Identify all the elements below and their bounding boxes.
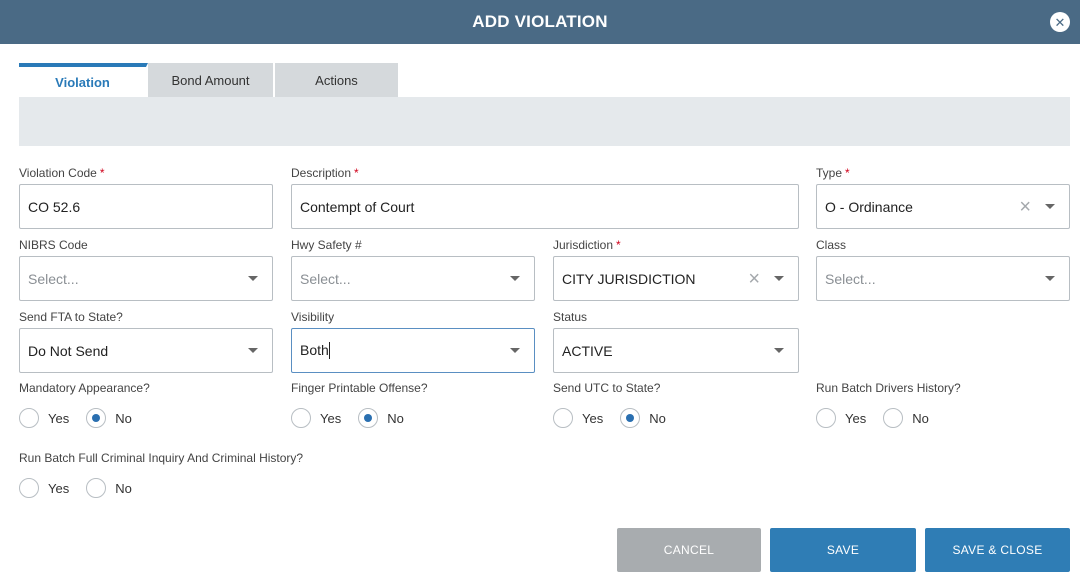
chevron-down-icon[interactable]: [510, 348, 520, 353]
chevron-down-icon[interactable]: [774, 276, 784, 281]
chevron-down-icon[interactable]: [774, 348, 784, 353]
status-field: Status ACTIVE: [553, 309, 799, 373]
radio-yes-label: Yes: [320, 410, 342, 426]
violation-code-field: Violation Code * CO 52.6: [19, 165, 273, 229]
finger-printable-label: Finger Printable Offense?: [291, 381, 428, 395]
tab-panel-strip: [19, 97, 1070, 146]
visibility-field: Visibility Both: [291, 309, 535, 373]
text-caret: [328, 342, 330, 360]
visibility-label: Visibility: [291, 310, 335, 324]
chevron-down-icon[interactable]: [248, 276, 258, 281]
nibrs-code-field: NIBRS Code Select...: [19, 237, 273, 301]
class-field: Class Select...: [816, 237, 1070, 301]
hwy-safety-label: Hwy Safety #: [291, 238, 362, 252]
class-label: Class: [816, 238, 847, 252]
send-utc-label: Send UTC to State?: [553, 381, 661, 395]
mandatory-appearance-yes-radio[interactable]: [19, 408, 39, 428]
description-input[interactable]: Contempt of Court: [291, 184, 799, 229]
jurisdiction-label: Jurisdiction: [553, 238, 614, 252]
run-batch-criminal-yes-radio[interactable]: [19, 478, 39, 498]
radio-yes-label: Yes: [48, 410, 70, 426]
run-batch-drivers-yes-radio[interactable]: [816, 408, 836, 428]
save-and-close-button[interactable]: SAVE & CLOSE: [925, 528, 1070, 572]
send-utc-no-radio[interactable]: [620, 408, 641, 428]
clear-icon[interactable]: ×: [748, 269, 760, 289]
required-marker: *: [99, 166, 105, 180]
send-fta-field: Send FTA to State? Do Not Send: [19, 309, 273, 373]
required-marker: *: [616, 238, 621, 252]
send-fta-select[interactable]: Do Not Send: [19, 328, 273, 373]
send-utc-group: Yes No: [553, 408, 683, 428]
tab-violation[interactable]: Violation: [19, 63, 148, 97]
nibrs-code-select[interactable]: Select...: [19, 256, 273, 301]
send-utc-yes-radio[interactable]: [553, 408, 573, 428]
chevron-down-icon[interactable]: [248, 348, 258, 353]
radio-no-label: No: [649, 410, 666, 426]
mandatory-appearance-no-radio[interactable]: [86, 408, 107, 428]
save-button[interactable]: SAVE: [770, 528, 916, 572]
chevron-down-icon[interactable]: [1045, 204, 1055, 209]
status-select[interactable]: ACTIVE: [553, 328, 799, 373]
description-field: Description * Contempt of Court: [291, 165, 799, 229]
class-select[interactable]: Select...: [816, 256, 1070, 301]
radio-no-label: No: [387, 410, 404, 426]
hwy-safety-field: Hwy Safety # Select...: [291, 237, 535, 301]
dialog-header: ADD VIOLATION ✕: [0, 0, 1080, 44]
tab-bond-amount[interactable]: Bond Amount: [148, 63, 275, 97]
finger-printable-no-radio[interactable]: [358, 408, 379, 428]
chevron-down-icon[interactable]: [510, 276, 520, 281]
radio-no-label: No: [912, 410, 929, 426]
required-marker: *: [354, 166, 359, 180]
radio-yes-label: Yes: [845, 410, 867, 426]
close-icon[interactable]: ✕: [1050, 12, 1070, 32]
mandatory-appearance-label: Mandatory Appearance?: [19, 381, 150, 395]
jurisdiction-select[interactable]: CITY JURISDICTION ×: [553, 256, 799, 301]
status-label: Status: [553, 310, 588, 324]
run-batch-drivers-group: Yes No: [816, 408, 946, 428]
violation-code-label: Violation Code: [19, 166, 97, 180]
run-batch-criminal-no-radio[interactable]: [86, 478, 107, 498]
radio-no-label: No: [115, 480, 132, 496]
description-label: Description: [291, 166, 352, 180]
clear-icon[interactable]: ×: [1019, 197, 1031, 217]
radio-yes-label: Yes: [582, 410, 604, 426]
finger-printable-group: Yes No: [291, 408, 421, 428]
tab-actions[interactable]: Actions: [275, 63, 400, 97]
jurisdiction-field: Jurisdiction * CITY JURISDICTION ×: [553, 237, 799, 301]
type-select[interactable]: O - Ordinance ×: [816, 184, 1070, 229]
violation-code-input[interactable]: CO 52.6: [19, 184, 273, 229]
type-field: Type * O - Ordinance ×: [816, 165, 1070, 229]
radio-yes-label: Yes: [48, 480, 70, 496]
send-fta-label: Send FTA to State?: [19, 310, 123, 324]
required-marker: *: [845, 166, 850, 180]
cancel-button[interactable]: CANCEL: [617, 528, 761, 572]
run-batch-drivers-label: Run Batch Drivers History?: [816, 381, 961, 395]
mandatory-appearance-group: Yes No: [19, 408, 149, 428]
hwy-safety-select[interactable]: Select...: [291, 256, 535, 301]
run-batch-drivers-no-radio[interactable]: [883, 408, 904, 428]
radio-no-label: No: [115, 410, 132, 426]
finger-printable-yes-radio[interactable]: [291, 408, 311, 428]
run-batch-criminal-group: Yes No: [19, 478, 149, 498]
dialog-title: ADD VIOLATION: [472, 12, 608, 31]
run-batch-criminal-label: Run Batch Full Criminal Inquiry And Crim…: [19, 451, 304, 465]
type-label: Type: [816, 166, 843, 180]
tab-bar: Violation Bond Amount Actions: [19, 63, 400, 97]
chevron-down-icon[interactable]: [1045, 276, 1055, 281]
visibility-select[interactable]: Both: [291, 328, 535, 373]
nibrs-code-label: NIBRS Code: [19, 238, 88, 252]
